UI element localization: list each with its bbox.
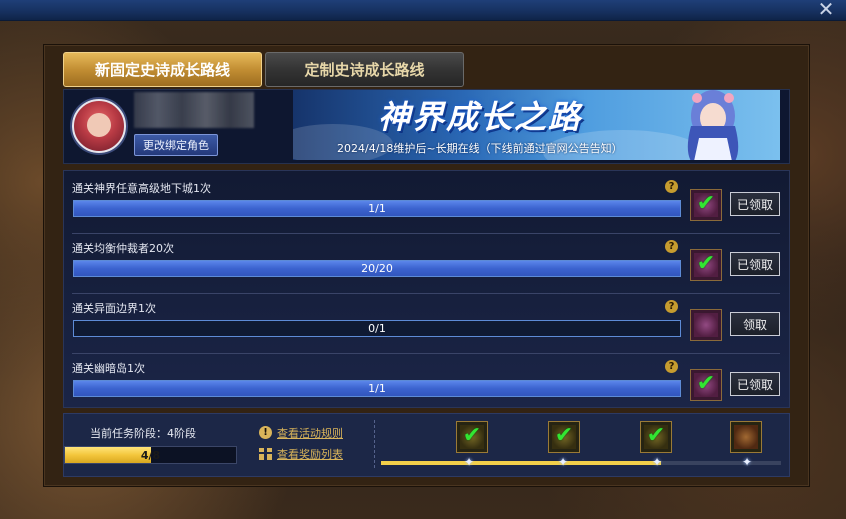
check-icon: ✔ bbox=[462, 423, 482, 448]
task-reward-icon[interactable]: ✔ bbox=[690, 249, 722, 281]
banner-subtitle: 2024/4/18维护后~长期在线（下线前通过官网公告告知） bbox=[337, 142, 623, 155]
task-label: 通关幽暗岛1次 bbox=[72, 362, 145, 375]
footer-divider bbox=[374, 420, 376, 468]
stage-reward-icon[interactable] bbox=[730, 421, 762, 453]
task-label: 通关异面边界1次 bbox=[72, 302, 156, 315]
banner-title: 神界成长之路 bbox=[378, 98, 583, 136]
task-progress-bar: 20/20 bbox=[73, 260, 681, 277]
check-icon: ✔ bbox=[696, 191, 716, 216]
banner-character-illustration bbox=[687, 90, 739, 160]
event-banner: 神界成长之路 2024/4/18维护后~长期在线（下线前通过官网公告告知） bbox=[293, 90, 780, 160]
stage-footer bbox=[63, 413, 790, 477]
check-icon: ✔ bbox=[696, 371, 716, 396]
view-rewards-link[interactable]: 查看奖励列表 bbox=[277, 446, 343, 462]
character-name-blurred bbox=[134, 92, 254, 128]
star-icon: ✦ bbox=[651, 455, 663, 469]
task-row: 通关异面边界1次 ? 0/1 领取 bbox=[63, 292, 788, 352]
view-rules-link[interactable]: 查看活动规则 bbox=[277, 425, 343, 441]
help-icon[interactable]: ? bbox=[665, 180, 678, 193]
task-row: 通关神界任意高级地下城1次 ? 1/1 ✔ 已领取 bbox=[63, 172, 788, 232]
task-progress-bar: 0/1 bbox=[73, 320, 681, 337]
check-icon: ✔ bbox=[696, 251, 716, 276]
stage-label: 当前任务阶段：4阶段 bbox=[90, 427, 196, 440]
gift-icon bbox=[259, 448, 272, 460]
task-progress-text: 1/1 bbox=[368, 202, 386, 215]
stage-track-fill bbox=[381, 461, 661, 465]
character-avatar bbox=[72, 99, 126, 153]
help-icon[interactable]: ? bbox=[665, 300, 678, 313]
help-icon[interactable]: ? bbox=[665, 360, 678, 373]
claimed-button[interactable]: 已领取 bbox=[730, 192, 780, 216]
help-icon[interactable]: ? bbox=[665, 240, 678, 253]
task-progress-text: 20/20 bbox=[361, 262, 393, 275]
claimed-button[interactable]: 已领取 bbox=[730, 372, 780, 396]
task-progress-text: 1/1 bbox=[368, 382, 386, 395]
tab-custom-epic-route[interactable]: 定制史诗成长路线 bbox=[265, 52, 464, 87]
task-progress-bar: 1/1 bbox=[73, 200, 681, 217]
stage-track bbox=[381, 461, 781, 465]
star-icon: ✦ bbox=[463, 455, 475, 469]
task-row: 通关均衡仲裁者20次 ? 20/20 ✔ 已领取 bbox=[63, 232, 788, 292]
task-progress-bar: 1/1 bbox=[73, 380, 681, 397]
task-reward-icon[interactable]: ✔ bbox=[690, 369, 722, 401]
star-icon: ✦ bbox=[741, 455, 753, 469]
stage-progress-bar: 4/8 bbox=[64, 446, 237, 464]
close-icon[interactable]: ✕ bbox=[816, 0, 836, 19]
task-label: 通关均衡仲裁者20次 bbox=[72, 242, 174, 255]
task-reward-icon[interactable] bbox=[690, 309, 722, 341]
stage-reward-icon[interactable]: ✔ bbox=[640, 421, 672, 453]
claimed-button[interactable]: 已领取 bbox=[730, 252, 780, 276]
window-titlebar: ✕ bbox=[0, 0, 846, 21]
claim-button[interactable]: 领取 bbox=[730, 312, 780, 336]
task-reward-icon[interactable]: ✔ bbox=[690, 189, 722, 221]
info-icon: ! bbox=[259, 426, 272, 439]
change-bound-character-button[interactable]: 更改绑定角色 bbox=[134, 134, 218, 156]
task-row: 通关幽暗岛1次 ? 1/1 ✔ 已领取 bbox=[63, 352, 788, 412]
check-icon: ✔ bbox=[554, 423, 574, 448]
task-label: 通关神界任意高级地下城1次 bbox=[72, 182, 211, 195]
stage-reward-icon[interactable]: ✔ bbox=[456, 421, 488, 453]
stage-reward-icon[interactable]: ✔ bbox=[548, 421, 580, 453]
check-icon: ✔ bbox=[646, 423, 666, 448]
stage-progress-text: 4/8 bbox=[140, 448, 161, 462]
star-icon: ✦ bbox=[557, 455, 569, 469]
task-progress-text: 0/1 bbox=[368, 322, 386, 335]
tab-fixed-epic-route[interactable]: 新固定史诗成长路线 bbox=[63, 52, 262, 87]
